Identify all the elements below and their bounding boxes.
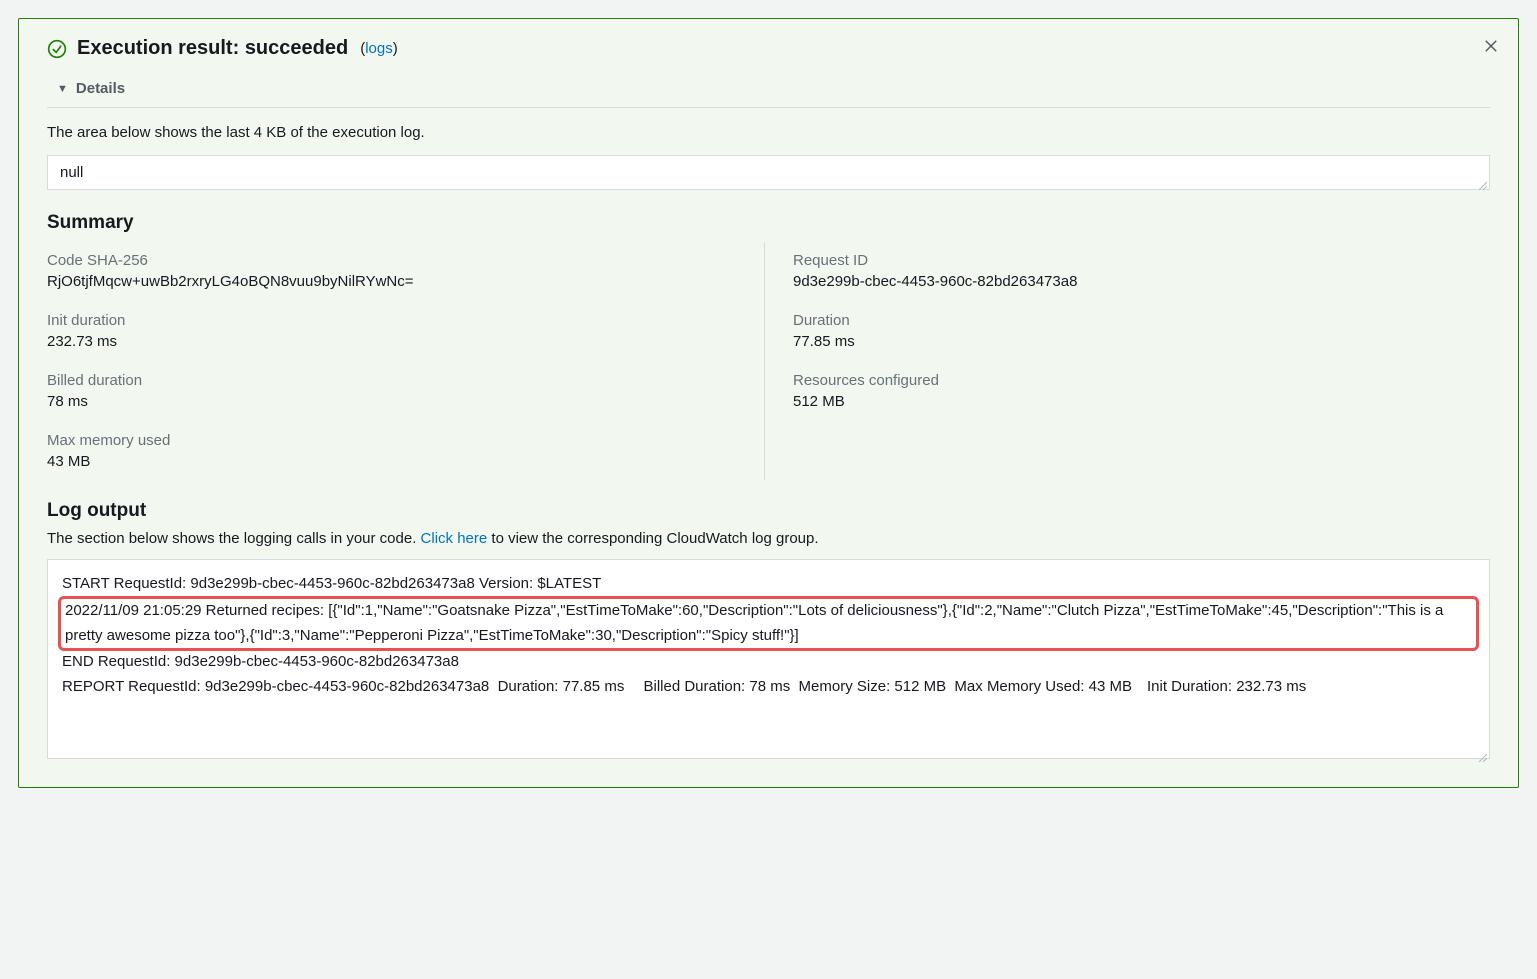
resize-handle-icon	[1477, 177, 1487, 187]
dur-label: Duration	[793, 312, 1490, 329]
resize-handle-icon	[1477, 746, 1487, 756]
log-description: The section below shows the logging call…	[47, 530, 1490, 547]
logs-paren: (logs)	[360, 40, 398, 57]
log-area-description: The area below shows the last 4 KB of th…	[47, 124, 1490, 141]
kv-res: Resources configured 512 MB	[793, 372, 1490, 410]
req-label: Request ID	[793, 252, 1490, 269]
summary-heading: Summary	[47, 212, 1490, 234]
sha-value: RjO6tjfMqcw+uwBb2rxryLG4oBQN8vuu9byNilRY…	[47, 273, 744, 290]
mem-label: Max memory used	[47, 432, 744, 449]
details-content: The area below shows the last 4 KB of th…	[47, 108, 1490, 759]
init-label: Init duration	[47, 312, 744, 329]
result-value: null	[60, 164, 83, 181]
log-output-box[interactable]: START RequestId: 9d3e299b-cbec-4453-960c…	[47, 559, 1490, 759]
logs-link[interactable]: logs	[365, 40, 393, 57]
log-desc-pre: The section below shows the logging call…	[47, 530, 421, 547]
log-highlight-region: 2022/11/09 21:05:29 Returned recipes: [{…	[58, 596, 1479, 652]
details-toggle[interactable]: ▼ Details	[47, 70, 1490, 108]
billed-value: 78 ms	[47, 393, 744, 410]
kv-dur: Duration 77.85 ms	[793, 312, 1490, 350]
kv-billed: Billed duration 78 ms	[47, 372, 744, 410]
caret-down-icon: ▼	[57, 83, 68, 95]
result-header: Execution result: succeeded (logs)	[47, 37, 1490, 70]
billed-label: Billed duration	[47, 372, 744, 389]
log-line-recipes: 2022/11/09 21:05:29 Returned recipes: [{…	[65, 599, 1472, 649]
kv-req: Request ID 9d3e299b-cbec-4453-960c-82bd2…	[793, 252, 1490, 290]
res-value: 512 MB	[793, 393, 1490, 410]
close-icon	[1482, 43, 1500, 58]
kv-mem: Max memory used 43 MB	[47, 432, 744, 470]
summary-grid: Code SHA-256 RjO6tjfMqcw+uwBb2rxryLG4oBQ…	[47, 242, 1490, 480]
details-label: Details	[76, 80, 125, 97]
log-line-start: START RequestId: 9d3e299b-cbec-4453-960c…	[62, 572, 1475, 597]
log-heading: Log output	[47, 500, 1490, 522]
mem-value: 43 MB	[47, 453, 744, 470]
result-title: Execution result: succeeded	[77, 37, 348, 60]
result-output-box[interactable]: null	[47, 155, 1490, 190]
req-value: 9d3e299b-cbec-4453-960c-82bd263473a8	[793, 273, 1490, 290]
close-button[interactable]	[1478, 33, 1504, 62]
summary-col-right: Request ID 9d3e299b-cbec-4453-960c-82bd2…	[765, 242, 1490, 480]
success-check-icon	[47, 39, 67, 59]
kv-init: Init duration 232.73 ms	[47, 312, 744, 350]
kv-sha: Code SHA-256 RjO6tjfMqcw+uwBb2rxryLG4oBQ…	[47, 252, 744, 290]
log-line-report: REPORT RequestId: 9d3e299b-cbec-4453-960…	[62, 675, 1475, 700]
summary-col-left: Code SHA-256 RjO6tjfMqcw+uwBb2rxryLG4oBQ…	[47, 242, 765, 480]
sha-label: Code SHA-256	[47, 252, 744, 269]
cloudwatch-link[interactable]: Click here	[421, 530, 488, 547]
res-label: Resources configured	[793, 372, 1490, 389]
dur-value: 77.85 ms	[793, 333, 1490, 350]
log-line-end: END RequestId: 9d3e299b-cbec-4453-960c-8…	[62, 650, 1475, 675]
execution-result-panel: Execution result: succeeded (logs) ▼ Det…	[18, 18, 1519, 788]
log-desc-post: to view the corresponding CloudWatch log…	[487, 530, 818, 547]
init-value: 232.73 ms	[47, 333, 744, 350]
